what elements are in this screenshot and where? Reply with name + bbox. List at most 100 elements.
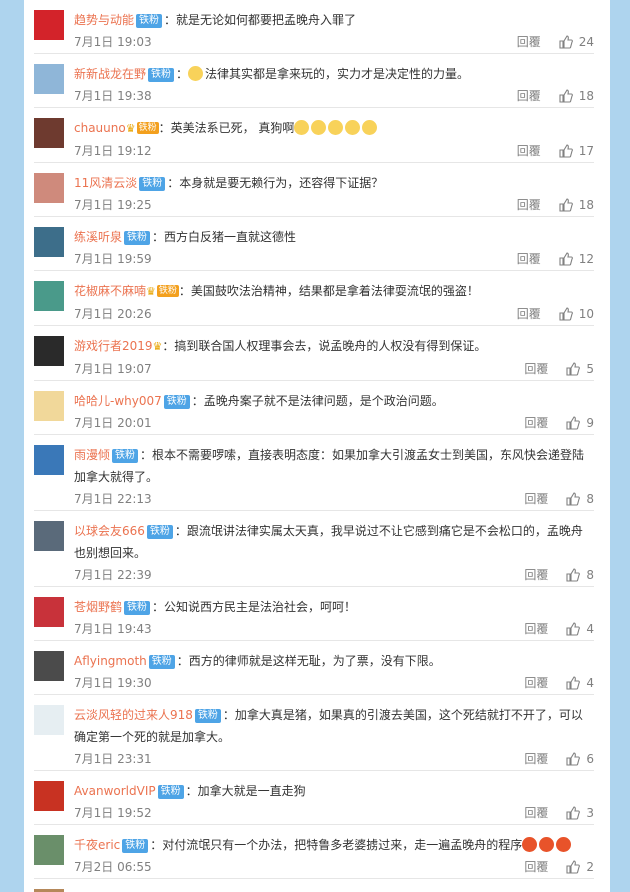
comment-text: 苍烟野鹤 铁粉 ：公知说西方民主是法治社会，呵呵！ (74, 596, 594, 618)
like-button[interactable]: 9 (566, 412, 594, 434)
like-count: 2 (586, 860, 594, 874)
user-avatar[interactable] (34, 781, 64, 811)
comment-text: 新新战龙在野 铁粉：法律其实都是拿来玩的，实力才是决定性的力量。 (74, 66, 470, 82)
user-avatar[interactable] (34, 651, 64, 681)
like-button[interactable]: 4 (566, 618, 594, 640)
username-link[interactable]: 趋势与动能 (74, 13, 134, 27)
user-avatar[interactable] (34, 835, 64, 865)
comment-text: 11风清云淡 铁粉 ：本身就是要无赖行为，还容得下证据？ (74, 172, 594, 194)
reply-button[interactable]: 回覆 (517, 248, 541, 270)
username-link[interactable]: 苍烟野鹤 (74, 600, 122, 614)
reply-button[interactable]: 回覆 (517, 303, 541, 325)
user-avatar[interactable] (34, 445, 64, 475)
comment-text: 千夜eric 铁粉 ：对付流氓只有一个办法，把特鲁多老婆掳过来，走一遍孟晚舟的程序 (74, 834, 594, 856)
user-avatar[interactable] (34, 281, 64, 311)
comment-item: 哈哈儿-why007 铁粉 ：孟晚舟案子就不是法律问题，是个政治问题。 7月1日 20… (34, 381, 594, 435)
user-avatar[interactable] (34, 705, 64, 735)
reply-button[interactable]: 回覆 (517, 140, 541, 162)
username-link[interactable]: 游戏行者2019 (74, 339, 153, 353)
comment-text: 游戏行者2019♛：搞到联合国人权理事会去，说孟晚舟的人权没有得到保证。 (74, 335, 594, 358)
username-link[interactable]: 云淡风轻的过来人918 (74, 708, 193, 722)
crown-icon: ♛ (125, 122, 136, 135)
user-avatar[interactable] (34, 391, 64, 421)
thumbs-up-icon (566, 622, 586, 636)
like-button[interactable]: 3 (566, 802, 594, 824)
like-button[interactable]: 5 (566, 358, 594, 380)
vip-badge: 铁粉 (136, 122, 159, 134)
comment-message: ：根本不需要啰嗦，直接表明态度：如果加拿大引渡孟女士到美国，东风快会递登陆加拿大… (74, 448, 585, 484)
laugh-emoji-icon (188, 66, 204, 81)
username-link[interactable]: 花椒麻不麻喃 (74, 284, 146, 298)
user-avatar[interactable] (34, 173, 64, 203)
comment-item: 雨漫倾 铁粉 ：根本不需要啰嗦，直接表明态度：如果加拿大引渡孟女士到美国，东风快会递… (34, 435, 594, 511)
like-button[interactable]: 18 (559, 85, 594, 107)
comment-timestamp: 7月1日 19:25 (74, 198, 152, 212)
user-avatar[interactable] (34, 597, 64, 627)
username-link[interactable]: 练溪听泉 (74, 230, 122, 244)
comment-item: chauuno♛ 铁粉 ：英美法系已死， 真狗啊 7月1日 19:12 回覆 17 (34, 108, 594, 163)
comment-timestamp: 7月2日 06:55 (74, 860, 152, 874)
username-link[interactable]: 哈哈儿-why007 (74, 394, 162, 408)
reply-button[interactable]: 回覆 (524, 488, 548, 510)
reply-button[interactable]: 回覆 (517, 194, 541, 216)
username-link[interactable]: 以球会友666 (74, 524, 145, 538)
reply-button[interactable]: 回覆 (524, 856, 548, 878)
reply-button[interactable]: 回覆 (524, 672, 548, 694)
like-button[interactable]: 17 (559, 140, 594, 162)
reply-button[interactable]: 回覆 (517, 85, 541, 107)
user-avatar[interactable] (34, 118, 64, 148)
like-count: 8 (586, 492, 594, 506)
username-link[interactable]: 雨漫倾 (74, 448, 110, 462)
username-link[interactable]: 11风清云淡 (74, 176, 137, 190)
user-avatar[interactable] (34, 64, 64, 94)
like-button[interactable]: 8 (566, 564, 594, 586)
user-avatar[interactable] (34, 227, 64, 257)
username-link[interactable]: chauuno (74, 121, 126, 135)
vip-badge: 铁粉 (156, 285, 179, 297)
like-count: 17 (578, 144, 594, 158)
crown-icon: ♛ (152, 340, 163, 353)
comment-text: AvanworldVIP 铁粉 ：加拿大就是一直走狗 (74, 780, 594, 802)
user-avatar[interactable] (34, 521, 64, 551)
comment-message: ：公知说西方民主是法治社会，呵呵！ (152, 600, 357, 614)
comment-timestamp: 7月1日 19:07 (74, 362, 152, 376)
like-button[interactable]: 4 (566, 672, 594, 694)
reply-button[interactable]: 回覆 (517, 31, 541, 53)
thumbs-up-icon (559, 252, 579, 266)
username-link[interactable]: AvanworldVIP (74, 784, 156, 798)
reply-button[interactable]: 回覆 (524, 802, 548, 824)
fan-badge: 铁粉 (124, 231, 151, 245)
reply-button[interactable]: 回覆 (524, 748, 548, 770)
thumbs-up-icon (566, 362, 586, 376)
like-button[interactable]: 18 (559, 194, 594, 216)
like-button[interactable]: 10 (559, 303, 594, 325)
like-button[interactable]: 6 (566, 748, 594, 770)
comment-text: 趋势与动能 铁粉 ：就是无论如何都要把孟晚舟入罪了 (74, 9, 594, 31)
thumbs-up-icon (566, 860, 586, 874)
comment-timestamp: 7月1日 23:31 (74, 752, 152, 766)
thumbs-up-icon (566, 806, 586, 820)
comment-timestamp: 7月1日 19:52 (74, 806, 152, 820)
comment-timestamp: 7月1日 20:26 (74, 307, 152, 321)
like-count: 18 (578, 198, 594, 212)
like-button[interactable]: 12 (559, 248, 594, 270)
like-button[interactable]: 2 (566, 856, 594, 878)
user-avatar[interactable] (34, 336, 64, 366)
comment-message: ：就是无论如何都要把孟晚舟入罪了 (164, 13, 357, 27)
reply-button[interactable]: 回覆 (524, 564, 548, 586)
fan-badge: 铁粉 (112, 449, 139, 463)
reply-button[interactable]: 回覆 (524, 618, 548, 640)
like-button[interactable]: 24 (559, 31, 594, 53)
username-link[interactable]: 千夜eric (74, 838, 120, 852)
reply-button[interactable]: 回覆 (524, 412, 548, 434)
like-count: 4 (586, 622, 594, 636)
comment-message: ：加拿大就是一直走狗 (185, 784, 306, 798)
reply-button[interactable]: 回覆 (524, 358, 548, 380)
comment-text: 哈哈儿-why007 铁粉 ：孟晚舟案子就不是法律问题，是个政治问题。 (74, 390, 594, 412)
username-link[interactable]: Aflyingmoth (74, 654, 147, 668)
username-link[interactable]: 新新战龙在野 (74, 67, 146, 81)
user-avatar[interactable] (34, 10, 64, 40)
like-button[interactable]: 8 (566, 488, 594, 510)
comment-message: ：本身就是要无赖行为，还容得下证据？ (167, 176, 384, 190)
comment-timestamp: 7月1日 19:43 (74, 622, 152, 636)
